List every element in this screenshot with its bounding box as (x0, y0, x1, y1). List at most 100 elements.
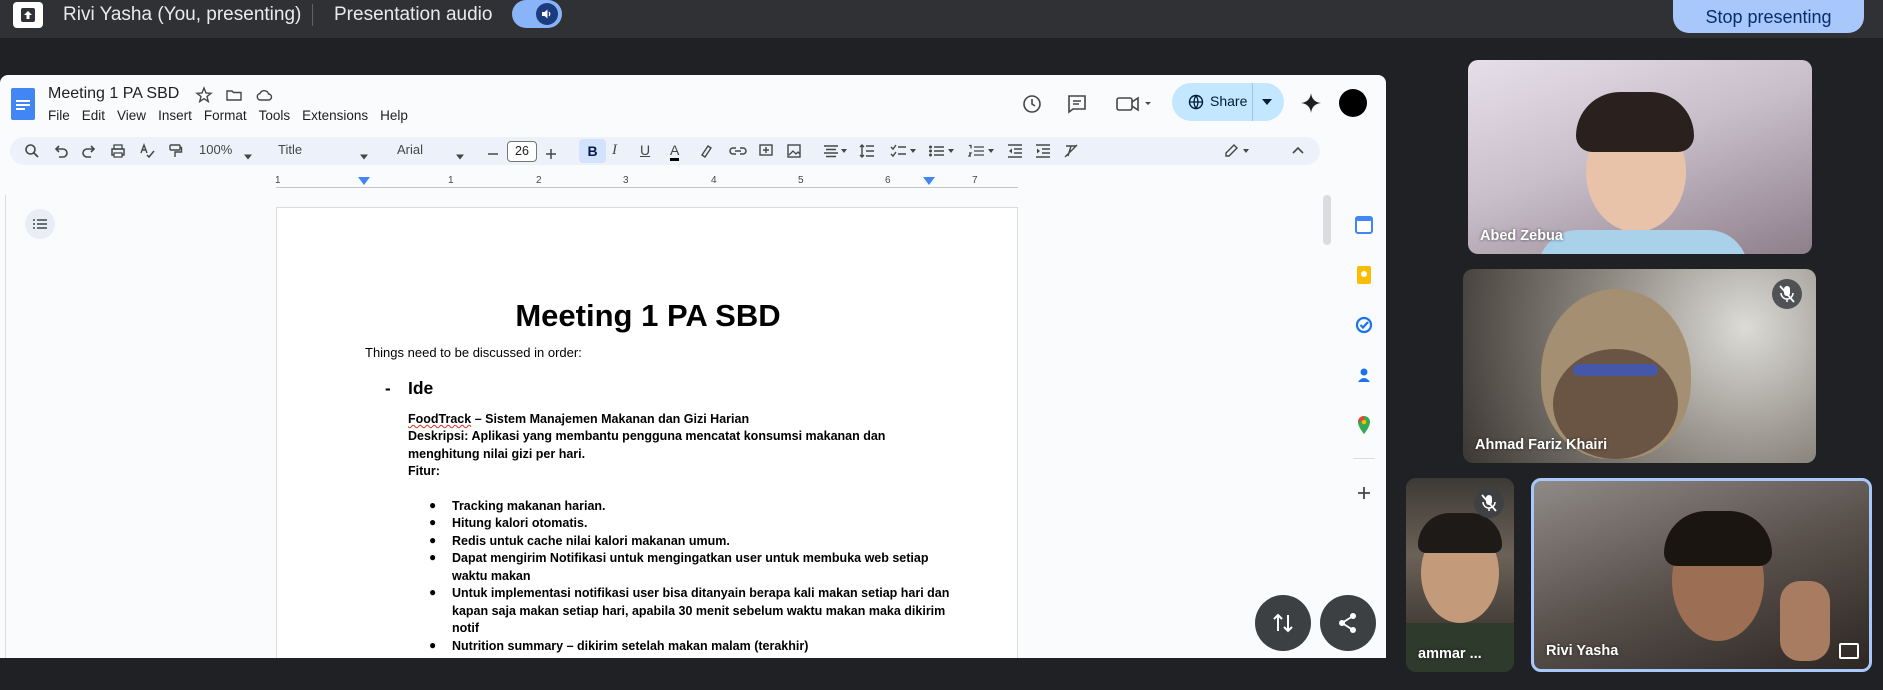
right-indent-marker-icon[interactable] (923, 177, 935, 187)
bullet: ● (429, 550, 437, 564)
italic-button[interactable]: I (612, 142, 617, 160)
document-title[interactable]: Meeting 1 PA SBD (48, 85, 179, 103)
participant-hair (1576, 92, 1694, 152)
menu-file[interactable]: File (48, 108, 70, 123)
stop-presenting-button[interactable]: Stop presenting (1673, 0, 1864, 33)
chevron-down-icon[interactable] (360, 148, 368, 166)
features-label: Fitur: (408, 464, 440, 478)
presenter-label: Rivi Yasha (You, presenting) (63, 4, 302, 25)
tasks-icon[interactable] (1354, 315, 1374, 335)
paragraph-style-select[interactable]: Title (278, 142, 302, 160)
section-heading: Ide (408, 378, 434, 398)
keep-icon[interactable] (1354, 265, 1374, 285)
menu-view[interactable]: View (117, 108, 146, 123)
chevron-down-icon[interactable] (456, 148, 464, 166)
feature-item: Untuk implementasi notifikasi user bisa … (452, 586, 950, 635)
present-screen-icon (13, 2, 43, 28)
share-button[interactable]: Share (1172, 83, 1284, 121)
swap-layout-button[interactable] (1255, 595, 1311, 651)
participant-hand (1780, 581, 1830, 661)
menu-help[interactable]: Help (380, 108, 408, 123)
document-outline-button[interactable] (25, 209, 55, 239)
add-comment-icon[interactable] (758, 142, 774, 160)
horizontal-ruler: 1 1 2 3 4 5 6 7 (275, 175, 1018, 191)
version-history-icon[interactable] (1021, 93, 1043, 120)
highlight-icon[interactable] (698, 142, 714, 160)
scrollbar[interactable] (1323, 195, 1331, 245)
docs-logo-icon[interactable] (11, 88, 35, 120)
text-color-button[interactable]: A (670, 142, 680, 161)
add-addon-icon[interactable] (1354, 483, 1374, 503)
clear-formatting-icon[interactable] (1063, 142, 1079, 160)
comments-icon[interactable] (1066, 93, 1088, 120)
share-screen-options-button[interactable] (1320, 595, 1376, 651)
font-select[interactable]: Arial (397, 142, 423, 160)
menu-format[interactable]: Format (204, 108, 247, 123)
list-dash: - (385, 379, 391, 398)
contacts-icon[interactable] (1354, 365, 1374, 385)
undo-icon[interactable] (53, 142, 69, 160)
zoom-select[interactable]: 100% (199, 142, 232, 160)
meet-video-icon[interactable] (1115, 93, 1155, 120)
align-icon[interactable] (823, 142, 849, 160)
ruler-number: 6 (885, 175, 891, 186)
bullet: ● (429, 498, 437, 512)
underline-button[interactable]: U (640, 142, 650, 160)
indent-marker-icon[interactable] (358, 177, 370, 187)
calendar-icon[interactable] (1354, 215, 1374, 235)
font-size-input[interactable]: 26 (507, 141, 537, 162)
participant-visor (1573, 364, 1658, 376)
editing-mode-icon[interactable] (1223, 142, 1253, 160)
cloud-saved-icon[interactable] (255, 86, 273, 104)
star-icon[interactable] (195, 86, 213, 104)
increase-indent-icon[interactable] (1035, 142, 1051, 160)
picture-in-picture-icon[interactable] (1839, 643, 1859, 659)
app-title-line: FoodTrack – Sistem Manajemen Makanan dan… (408, 411, 938, 429)
chevron-down-icon[interactable] (244, 148, 252, 166)
paint-format-icon[interactable] (167, 142, 183, 160)
participant-tile[interactable]: Abed Zebua (1468, 60, 1812, 254)
decrease-font-size-icon[interactable] (487, 145, 499, 163)
numbered-list-icon[interactable] (968, 142, 996, 160)
increase-font-size-icon[interactable] (545, 145, 557, 163)
menu-insert[interactable]: Insert (158, 108, 192, 123)
checklist-icon[interactable] (890, 142, 918, 160)
menu-extensions[interactable]: Extensions (302, 108, 368, 123)
search-icon[interactable] (24, 142, 40, 160)
globe-icon (1188, 94, 1204, 110)
bulleted-list-icon[interactable] (928, 142, 956, 160)
chevron-down-icon[interactable] (1262, 99, 1272, 105)
maps-icon[interactable] (1354, 415, 1374, 435)
insert-image-icon[interactable] (786, 142, 802, 160)
line-spacing-icon[interactable] (859, 142, 875, 160)
document-heading: Meeting 1 PA SBD (515, 298, 781, 333)
move-folder-icon[interactable] (225, 86, 243, 104)
print-icon[interactable] (110, 142, 126, 160)
redo-icon[interactable] (81, 142, 97, 160)
bullet: ● (429, 515, 437, 529)
bullet: ● (429, 533, 437, 547)
ruler-number: 4 (711, 175, 717, 186)
participant-tile[interactable]: ammar ... (1406, 478, 1514, 672)
presentation-audio-toggle[interactable] (512, 0, 562, 28)
share-label: Share (1210, 93, 1248, 109)
participant-tile[interactable]: Ahmad Fariz Khairi (1463, 269, 1816, 463)
spellcheck-icon[interactable] (139, 142, 155, 160)
participant-tile-self[interactable]: Rivi Yasha (1531, 478, 1872, 672)
document-page[interactable]: Meeting 1 PA SBD Things need to be discu… (276, 207, 1018, 658)
menu-tools[interactable]: Tools (259, 108, 291, 123)
gemini-sparkle-icon[interactable] (1300, 92, 1322, 119)
account-avatar[interactable] (1339, 89, 1367, 117)
chevron-up-icon[interactable] (1291, 142, 1305, 160)
swap-arrows-icon (1273, 613, 1293, 633)
bold-button[interactable]: B (579, 139, 606, 163)
decrease-indent-icon[interactable] (1007, 142, 1023, 160)
participant-name: ammar ... (1418, 646, 1482, 662)
ruler-number: 1 (448, 175, 454, 186)
mic-muted-icon (1772, 279, 1802, 309)
participant-name: Abed Zebua (1480, 228, 1563, 244)
menu-edit[interactable]: Edit (82, 108, 105, 123)
bullet: ● (429, 638, 437, 652)
link-icon[interactable] (729, 142, 747, 160)
ruler-number: 5 (798, 175, 804, 186)
